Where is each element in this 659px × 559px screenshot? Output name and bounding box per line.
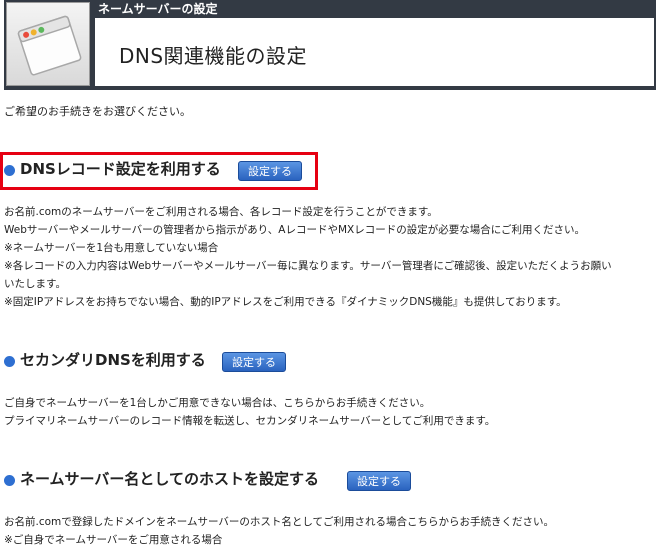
description-line: お名前.comのネームサーバーをご利用される場合、各レコード設定を行うことができ… bbox=[4, 206, 438, 218]
window-icon-box bbox=[6, 2, 90, 86]
dns-record-setting-button[interactable]: 設定する bbox=[238, 161, 302, 181]
description-line: お名前.comで登録したドメインをネームサーバーのホスト名としてご利用される場合… bbox=[4, 516, 555, 528]
description-line: Webサーバーやメールサーバーの管理者から指示があり、AレコードやMXレコードの… bbox=[4, 224, 585, 236]
section-dns-record-description: お名前.comのネームサーバーをご利用される場合、各レコード設定を行うことができ… bbox=[4, 203, 612, 311]
section-title: セカンダリDNSを利用する bbox=[20, 351, 206, 369]
intro-text: ご希望のお手続きをお選びください。 bbox=[4, 105, 191, 118]
description-line: プライマリネームサーバーのレコード情報を転送し、セカンダリネームサーバーとしてご… bbox=[4, 415, 496, 427]
description-line: いたします。 bbox=[4, 278, 66, 290]
section-secondary-dns: セカンダリDNSを利用する 設定する bbox=[4, 349, 304, 379]
description-line: ※固定IPアドレスをお持ちでない場合、動的IPアドレスをご利用できる『ダイナミッ… bbox=[4, 296, 567, 308]
section-nameserver-host-description: お名前.comで登録したドメインをネームサーバーのホスト名としてご利用される場合… bbox=[4, 513, 554, 549]
nameserver-host-setting-button[interactable]: 設定する bbox=[347, 471, 411, 491]
section-title: DNSレコード設定を利用する bbox=[20, 160, 221, 178]
page-title: DNS関連機能の設定 bbox=[119, 44, 308, 68]
header-title-panel: DNS関連機能の設定 bbox=[95, 18, 654, 86]
browser-window-icon bbox=[17, 15, 82, 76]
section-nameserver-host: ネームサーバー名としてのホストを設定する 設定する bbox=[4, 468, 424, 498]
section-dns-record: DNSレコード設定を利用する 設定する bbox=[4, 158, 314, 188]
description-line: ※ネームサーバーを1台も用意していない場合 bbox=[4, 242, 219, 254]
secondary-dns-setting-button[interactable]: 設定する bbox=[222, 352, 286, 372]
bullet-icon bbox=[4, 356, 15, 367]
bullet-icon bbox=[4, 475, 15, 486]
page-header: ネームサーバーの設定 DNS関連機能の設定 bbox=[4, 0, 656, 90]
bullet-icon bbox=[4, 165, 15, 176]
description-line: ※各レコードの入力内容はWebサーバーやメールサーバー毎に異なります。サーバー管… bbox=[4, 260, 612, 272]
section-secondary-dns-description: ご自身でネームサーバーを1台しかご用意できない場合は、こちらからお手続きください… bbox=[4, 394, 495, 430]
description-line: ご自身でネームサーバーを1台しかご用意できない場合は、こちらからお手続きください… bbox=[4, 397, 431, 409]
section-title: ネームサーバー名としてのホストを設定する bbox=[20, 470, 319, 488]
description-line: ※ご自身でネームサーバーをご用意される場合 bbox=[4, 534, 223, 546]
header-subtitle: ネームサーバーの設定 bbox=[98, 2, 218, 16]
